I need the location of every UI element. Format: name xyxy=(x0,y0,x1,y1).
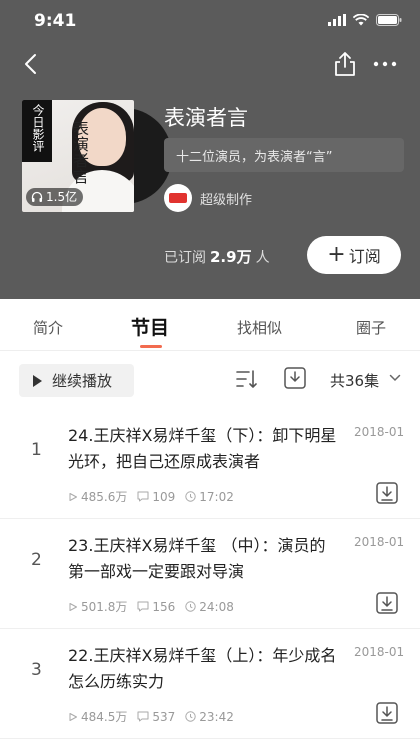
album-header: 9:41 今日影评 表演者言 1.5亿 表演者言 十二位演员，为表演者“言” 超… xyxy=(0,0,420,299)
episode-index: 3 xyxy=(31,660,42,680)
comment-icon xyxy=(137,711,149,722)
download-icon[interactable] xyxy=(375,481,399,505)
play-count-icon xyxy=(69,712,77,721)
episode-count[interactable]: 共36集 xyxy=(330,370,379,391)
episode-plays: 501.8万 xyxy=(81,600,128,614)
status-time: 9:41 xyxy=(34,11,77,31)
battery-icon xyxy=(376,14,402,26)
episode-index: 2 xyxy=(31,550,42,570)
subscribe-button[interactable]: + 订阅 xyxy=(307,236,401,274)
share-icon[interactable] xyxy=(332,50,358,78)
album-title: 表演者言 xyxy=(164,106,248,130)
creator[interactable]: 超级制作 xyxy=(164,184,252,212)
cover-logo-text: 今日影评 xyxy=(22,100,52,162)
cover-title-text: 表演者言 xyxy=(70,120,89,184)
back-icon[interactable] xyxy=(18,50,46,78)
status-icons xyxy=(328,14,402,26)
episode-meta: 485.6万 109 17:02 xyxy=(68,488,244,505)
episode-meta: 484.5万 537 23:42 xyxy=(68,708,244,725)
status-bar: 9:41 xyxy=(0,0,420,44)
tab-circle[interactable]: 圈子 xyxy=(356,317,386,338)
play-count-icon xyxy=(69,602,77,611)
subscriber-count: 已订阅 2.9万人 xyxy=(164,246,270,267)
episode-row[interactable]: 1 24.王庆祥X易烊千玺（下）：卸下明星光环，把自己还原成表演者 2018-0… xyxy=(0,409,420,519)
creator-avatar xyxy=(164,184,192,212)
play-count: 1.5亿 xyxy=(46,190,78,204)
headphones-icon xyxy=(31,191,43,202)
episode-title[interactable]: 23.王庆祥X易烊千玺 （中）：演员的第一部戏一定要跟对导演 xyxy=(68,533,338,585)
continue-play-label: 继续播放 xyxy=(52,372,113,390)
episode-comments: 537 xyxy=(152,709,176,724)
comment-icon xyxy=(137,491,149,502)
more-icon[interactable] xyxy=(372,54,398,74)
tab-bar: 简介 节目 找相似 圈子 xyxy=(0,299,420,351)
comment-icon xyxy=(137,601,149,612)
clock-icon xyxy=(185,601,196,612)
tab-episodes[interactable]: 节目 xyxy=(131,313,169,340)
download-icon[interactable] xyxy=(375,701,399,725)
chevron-down-icon[interactable] xyxy=(389,374,401,382)
creator-name: 超级制作 xyxy=(200,192,253,208)
batch-download-icon[interactable] xyxy=(284,367,306,389)
album-description-text: 十二位演员，为表演者“言” xyxy=(176,150,333,165)
episode-date: 2018-01 xyxy=(354,425,405,439)
play-count-badge: 1.5亿 xyxy=(26,188,84,206)
album-cover[interactable]: 今日影评 表演者言 1.5亿 xyxy=(22,100,172,212)
episode-row[interactable]: 3 22.王庆祥X易烊千玺（上）：年少成名怎么历练实力 2018-01 484.… xyxy=(0,629,420,739)
episode-meta: 501.8万 156 24:08 xyxy=(68,598,244,615)
subscribe-label: 订阅 xyxy=(348,247,381,266)
episode-title[interactable]: 24.王庆祥X易烊千玺（下）：卸下明星光环，把自己还原成表演者 xyxy=(68,423,338,475)
episode-plays: 485.6万 xyxy=(81,490,128,504)
episode-duration: 24:08 xyxy=(199,599,234,614)
cover-image: 今日影评 表演者言 1.5亿 xyxy=(22,100,134,212)
subscribers-number: 2.9万 xyxy=(210,248,252,266)
episode-index: 1 xyxy=(31,440,42,460)
episode-duration: 23:42 xyxy=(199,709,234,724)
episode-date: 2018-01 xyxy=(354,535,405,549)
signal-icon xyxy=(328,14,346,26)
sort-icon[interactable] xyxy=(236,369,258,389)
episode-title[interactable]: 22.王庆祥X易烊千玺（上）：年少成名怎么历练实力 xyxy=(68,643,338,695)
episode-comments: 156 xyxy=(152,599,176,614)
episode-comments: 109 xyxy=(152,489,176,504)
episode-row[interactable]: 2 23.王庆祥X易烊千玺 （中）：演员的第一部戏一定要跟对导演 2018-01… xyxy=(0,519,420,629)
plus-icon: + xyxy=(327,242,346,267)
download-icon[interactable] xyxy=(375,591,399,615)
subscribers-prefix: 已订阅 xyxy=(164,250,206,266)
clock-icon xyxy=(185,491,196,502)
tab-intro[interactable]: 简介 xyxy=(33,317,63,338)
active-tab-indicator xyxy=(140,345,162,348)
clock-icon xyxy=(185,711,196,722)
episode-duration: 17:02 xyxy=(199,489,234,504)
episode-plays: 484.5万 xyxy=(81,710,128,724)
album-description[interactable]: 十二位演员，为表演者“言” xyxy=(164,138,404,172)
play-count-icon xyxy=(69,492,77,501)
subscribers-suffix: 人 xyxy=(255,250,270,266)
episode-toolbar: 继续播放 共36集 xyxy=(0,351,420,409)
wifi-icon xyxy=(353,14,369,26)
continue-play-button[interactable]: 继续播放 xyxy=(19,364,134,397)
play-icon xyxy=(33,374,42,387)
tab-similar[interactable]: 找相似 xyxy=(237,317,282,338)
episode-date: 2018-01 xyxy=(354,645,405,659)
